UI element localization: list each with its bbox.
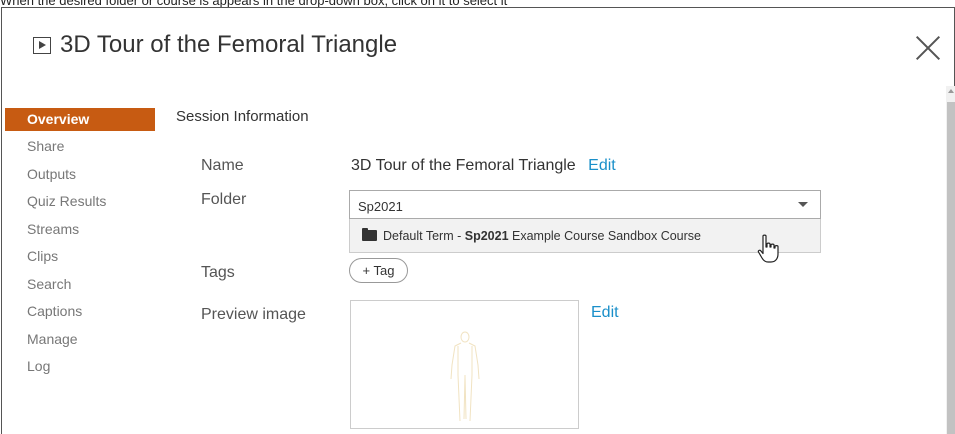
sidebar-nav: Overview Share Outputs Quiz Results Stre… [5,108,155,385]
option-suffix: Example Course Sandbox Course [508,229,701,243]
chevron-down-icon[interactable] [798,202,808,207]
sidebar-item-search[interactable]: Search [5,275,155,303]
sidebar-item-quiz-results[interactable]: Quiz Results [5,192,155,220]
hand-cursor-icon [757,234,779,263]
session-name-text: 3D Tour of the Femoral Triangle [351,157,576,174]
close-icon[interactable] [914,34,942,62]
tags-label: Tags [201,264,235,281]
folder-option[interactable]: Default Term - Sp2021 Example Course San… [362,228,701,243]
sidebar-item-overview[interactable]: Overview [5,108,155,131]
scrollbar[interactable] [946,86,955,434]
option-prefix: Default Term - [383,229,465,243]
folder-dropdown: Default Term - Sp2021 Example Course San… [349,219,821,253]
section-title: Session Information [176,108,309,125]
folder-label: Folder [201,191,247,208]
folder-icon [362,228,377,241]
play-icon [33,37,51,54]
scroll-up-icon[interactable] [948,89,954,93]
sidebar-item-log[interactable]: Log [5,357,155,385]
sidebar-item-manage[interactable]: Manage [5,330,155,358]
edit-name-link[interactable]: Edit [588,157,616,174]
scroll-thumb[interactable] [947,102,955,434]
body-figure-icon [450,331,480,422]
sidebar-item-clips[interactable]: Clips [5,247,155,275]
dialog-title: 3D Tour of the Femoral Triangle [60,31,398,58]
preview-image [350,300,579,429]
dialog-header: 3D Tour of the Femoral Triangle [2,8,954,86]
option-match: Sp2021 [464,229,509,243]
folder-select-value: Sp2021 [358,199,403,214]
edit-preview-link[interactable]: Edit [591,304,619,322]
sidebar-item-outputs[interactable]: Outputs [5,165,155,193]
session-name-value: 3D Tour of the Femoral Triangle Edit [351,157,616,175]
folder-select[interactable]: Sp2021 [349,190,821,219]
sidebar-item-share[interactable]: Share [5,137,155,165]
sidebar-item-streams[interactable]: Streams [5,220,155,248]
sidebar-item-captions[interactable]: Captions [5,302,155,330]
preview-image-label: Preview image [201,306,306,323]
name-label: Name [201,157,244,174]
add-tag-button[interactable]: + Tag [349,258,408,283]
